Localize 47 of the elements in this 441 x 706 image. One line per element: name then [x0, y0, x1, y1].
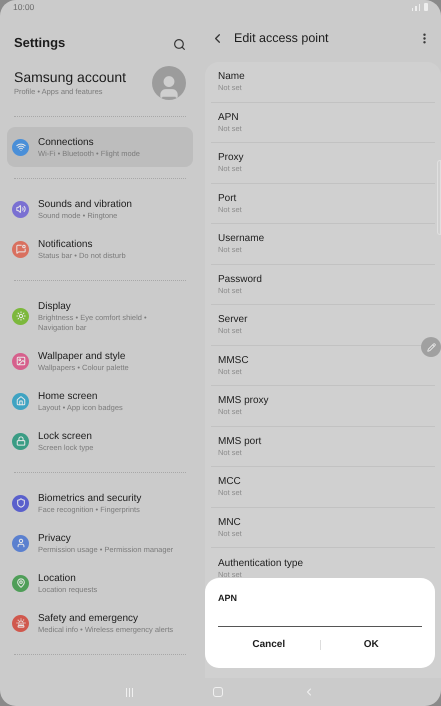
- dialog-title: APN: [218, 592, 238, 604]
- item-title: Biometrics and security: [38, 492, 142, 504]
- wifi-icon: [12, 138, 29, 156]
- home-icon[interactable]: [213, 687, 223, 697]
- speaker-icon: [12, 200, 29, 218]
- person-icon: [12, 534, 29, 552]
- item-title: Safety and emergency: [38, 612, 140, 624]
- field-label: Authentication type: [218, 556, 304, 570]
- field-label: MMSC: [218, 354, 250, 367]
- field-label: Port: [218, 192, 238, 205]
- field-label: Proxy: [218, 151, 245, 164]
- item-title: Home screen: [38, 390, 98, 402]
- dialog-button[interactable]: OK: [320, 635, 422, 654]
- recents-icon[interactable]: [126, 688, 133, 696]
- shield-icon: [12, 494, 29, 512]
- item-title: Display: [38, 300, 72, 312]
- siren-icon: [12, 614, 29, 632]
- field-label: Server: [218, 313, 248, 326]
- sun-icon: [12, 308, 29, 324]
- settings-title: Settings: [14, 35, 66, 51]
- field-label: Password: [218, 272, 263, 286]
- pencil-icon: [426, 342, 436, 352]
- item-title: Connections: [38, 136, 95, 148]
- item-title: Privacy: [38, 532, 72, 544]
- field-label: MMS port: [218, 434, 262, 448]
- lock-icon: [12, 432, 29, 450]
- field-label: MMS proxy: [218, 394, 270, 408]
- house-icon: [12, 392, 29, 410]
- image-icon: [12, 352, 29, 370]
- search-icon[interactable]: [173, 38, 186, 51]
- item-title: Notifications: [38, 238, 94, 250]
- signal-battery-icon: [412, 3, 428, 11]
- item-title: Lock screen: [38, 430, 93, 442]
- account-title[interactable]: Samsung account: [14, 68, 126, 86]
- avatar-icon[interactable]: [152, 66, 186, 100]
- field-label: MNC: [218, 516, 242, 529]
- page-title: Edit access point: [234, 30, 330, 47]
- item-title: Location: [38, 572, 77, 584]
- field-label: Name: [218, 70, 246, 84]
- item-title: Sounds and vibration: [38, 198, 133, 210]
- item-title: Wallpaper and style: [38, 350, 126, 362]
- field-label: APN: [218, 110, 240, 124]
- status-time: 10:00: [13, 0, 34, 14]
- field-label: MCC: [218, 475, 242, 488]
- field-label: Username: [218, 232, 266, 246]
- dialog-button[interactable]: Cancel: [218, 635, 320, 654]
- map-pin-icon: [12, 574, 29, 592]
